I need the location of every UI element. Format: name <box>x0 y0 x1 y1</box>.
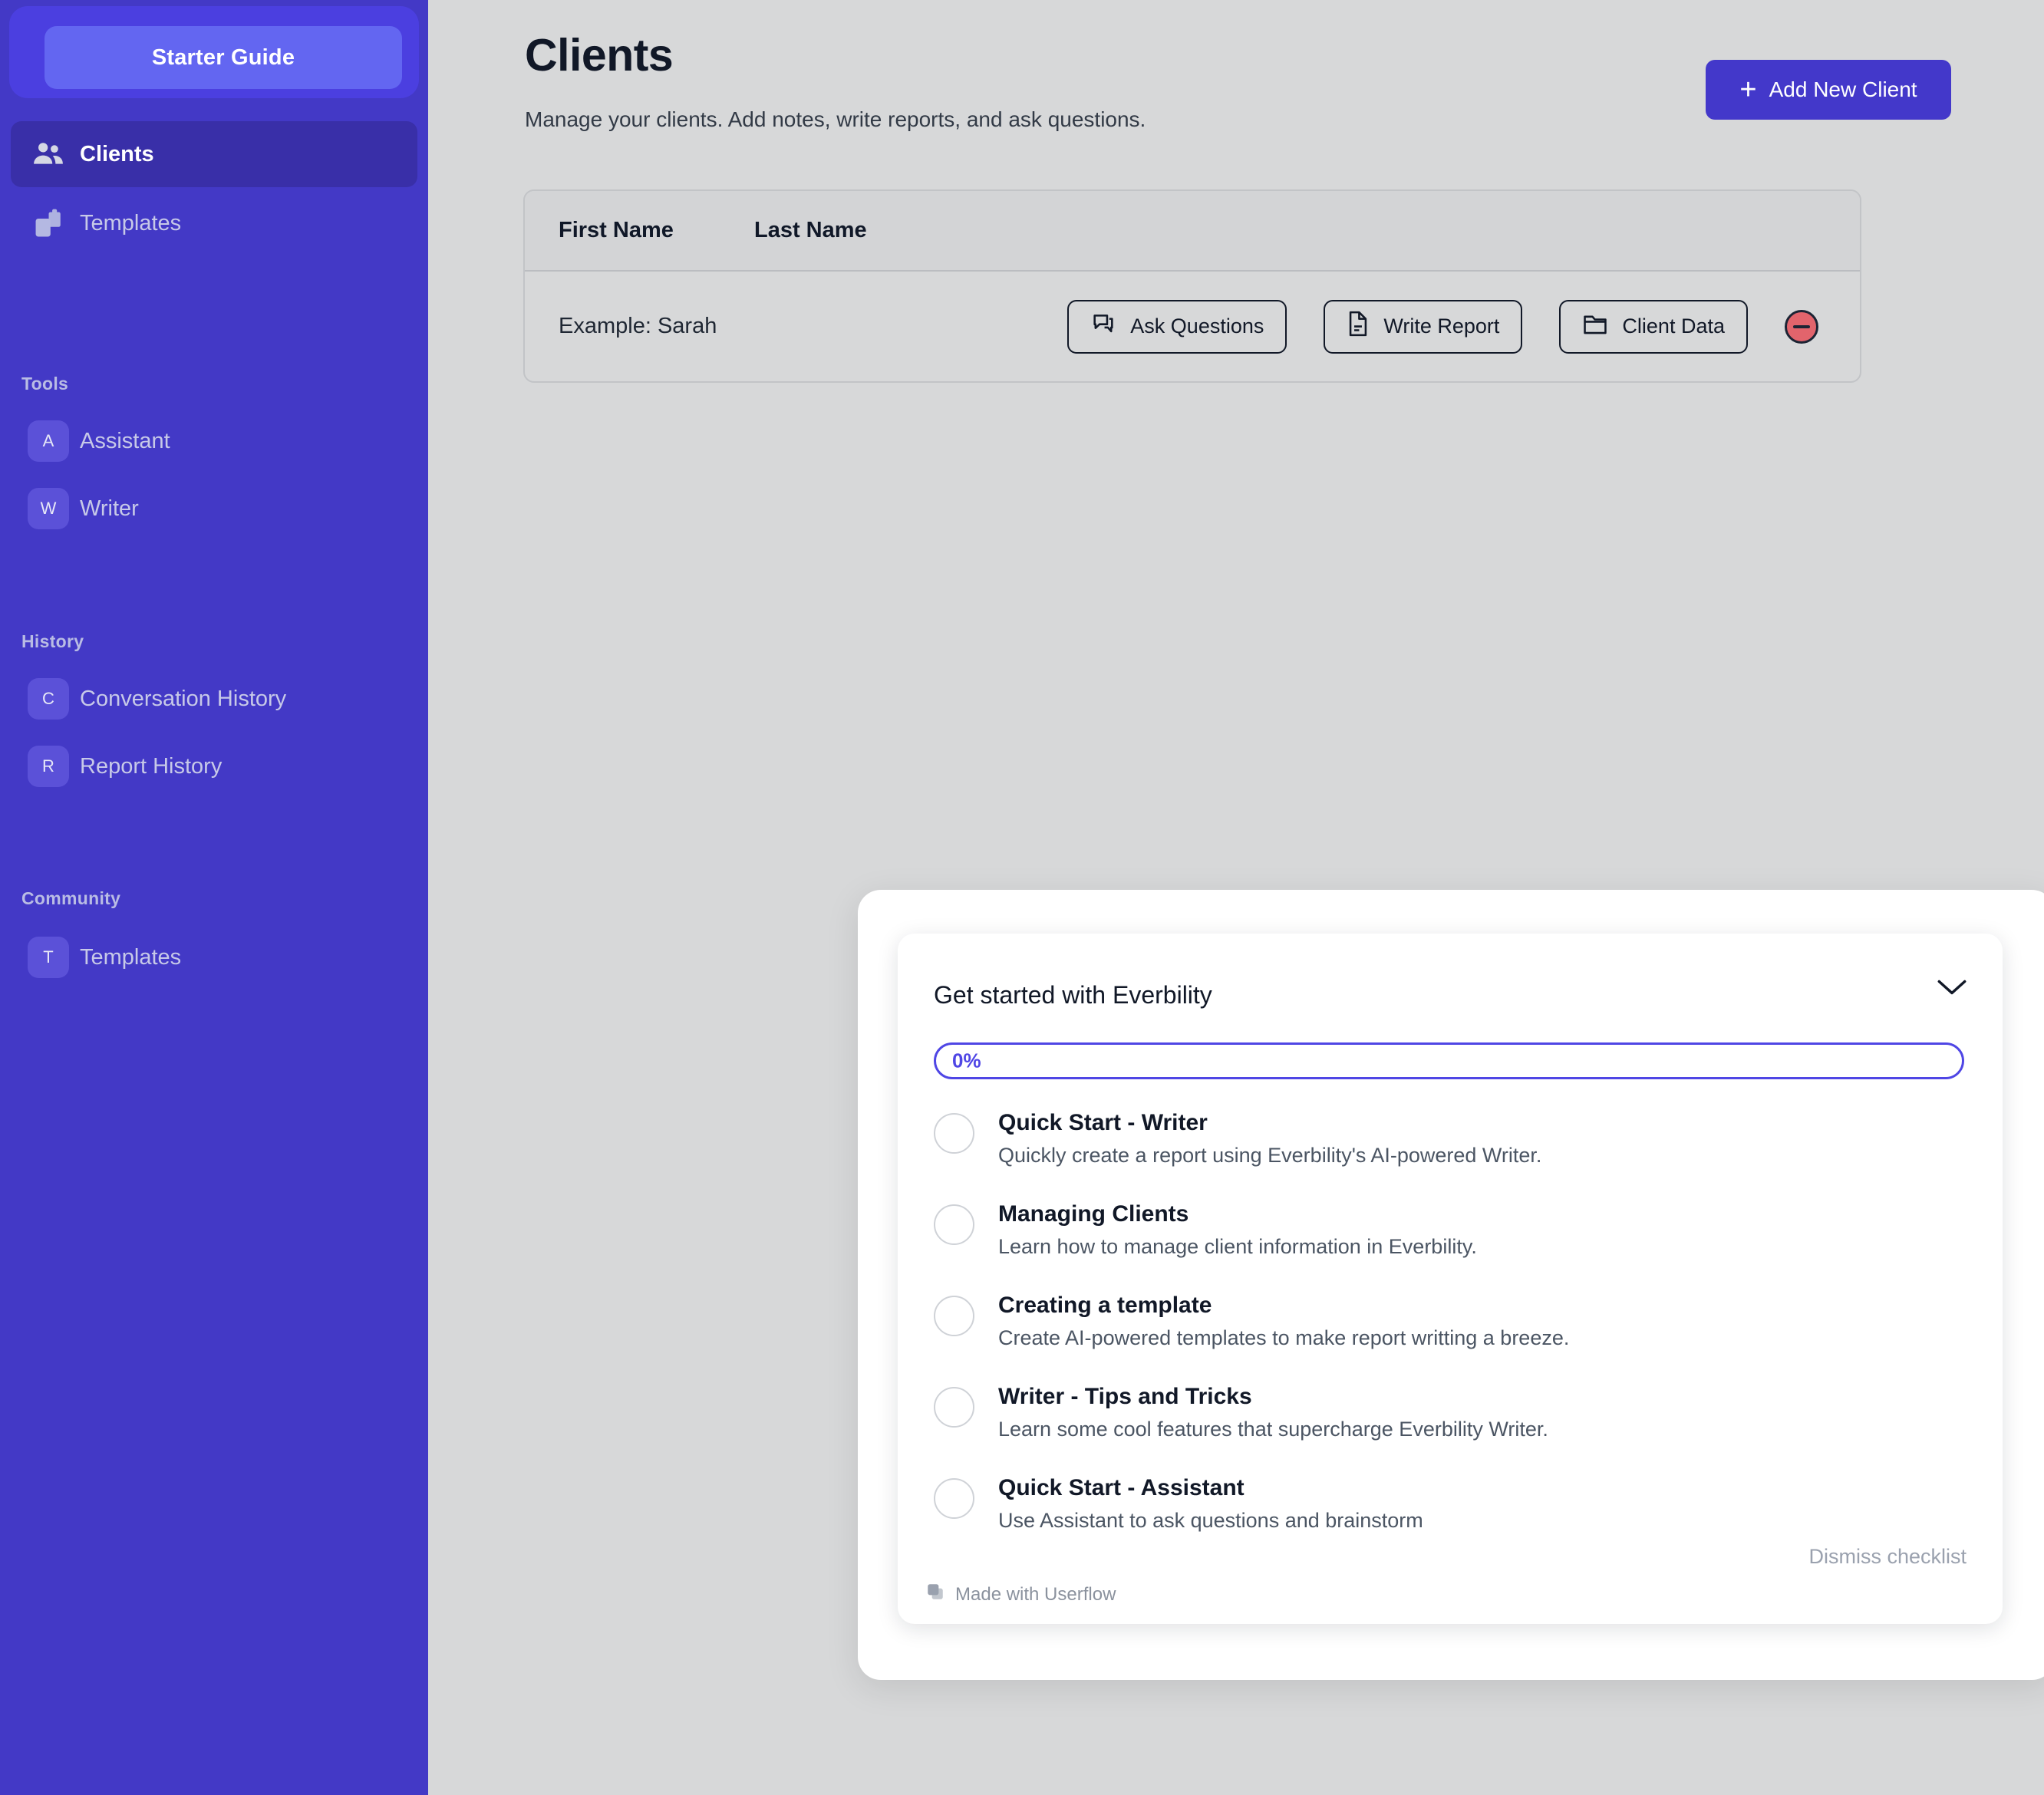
write-report-button[interactable]: Write Report <box>1324 300 1522 354</box>
checklist-item[interactable]: Creating a template Create AI-powered te… <box>934 1291 1970 1382</box>
userflow-attribution: Made with Userflow <box>925 1582 1116 1607</box>
sidebar-item-writer[interactable]: W Writer <box>11 476 417 542</box>
checkbox-circle-icon[interactable] <box>934 1204 974 1245</box>
sidebar-section-history-title: History <box>21 631 84 652</box>
conversation-history-badge-icon: C <box>28 678 69 720</box>
checklist-item-desc: Quickly create a report using Everbility… <box>998 1143 1541 1169</box>
badge-letter: T <box>28 937 69 978</box>
sidebar: Starter Guide Clients Templates <box>0 0 428 1795</box>
checklist-items: Quick Start - Writer Quickly create a re… <box>934 1108 1970 1565</box>
checklist-item-title: Quick Start - Assistant <box>998 1475 1245 1500</box>
chevron-down-icon[interactable] <box>1930 966 1973 1009</box>
sidebar-item-label: Conversation History <box>80 687 286 712</box>
page-title: Clients <box>525 29 673 81</box>
checkbox-circle-icon[interactable] <box>934 1113 974 1154</box>
folder-icon <box>1582 311 1608 341</box>
starter-guide-button[interactable]: Starter Guide <box>45 26 402 89</box>
checkbox-circle-icon[interactable] <box>934 1296 974 1336</box>
community-templates-badge-icon: T <box>28 937 69 978</box>
row-actions: Ask Questions Write Report <box>1067 300 1818 354</box>
progress-bar: 0% <box>934 1042 1964 1079</box>
progress-label: 0% <box>952 1049 981 1073</box>
userflow-logo-icon <box>925 1582 945 1607</box>
checklist-item[interactable]: Writer - Tips and Tricks Learn some cool… <box>934 1382 1970 1474</box>
ask-questions-button[interactable]: Ask Questions <box>1067 300 1287 354</box>
checkbox-circle-icon[interactable] <box>934 1387 974 1428</box>
sidebar-item-assistant[interactable]: A Assistant <box>11 408 417 474</box>
sidebar-item-report-history[interactable]: R Report History <box>11 733 417 799</box>
copy-icon <box>28 207 69 239</box>
badge-letter: A <box>28 420 69 462</box>
sidebar-item-label: Writer <box>80 496 139 522</box>
checklist-item-title: Creating a template <box>998 1293 1212 1318</box>
checklist-item-desc: Learn how to manage client information i… <box>998 1234 1477 1260</box>
badge-letter: C <box>28 678 69 720</box>
column-header-last-name: Last Name <box>754 218 984 243</box>
sidebar-item-templates[interactable]: Templates <box>11 190 417 256</box>
checklist-item-desc: Learn some cool features that supercharg… <box>998 1417 1548 1443</box>
sidebar-section-community-title: Community <box>21 888 120 909</box>
checklist-item-title: Quick Start - Writer <box>998 1110 1208 1135</box>
document-icon <box>1347 311 1370 342</box>
sidebar-item-label: Clients <box>80 142 154 167</box>
minus-circle-icon[interactable] <box>1785 310 1818 344</box>
client-data-label: Client Data <box>1622 315 1725 338</box>
checklist-item-desc: Use Assistant to ask questions and brain… <box>998 1508 1423 1534</box>
main-content: Clients Manage your clients. Add notes, … <box>428 0 2044 1795</box>
column-header-first-name: First Name <box>559 218 754 243</box>
sidebar-item-label: Assistant <box>80 429 170 454</box>
checklist-title: Get started with Everbility <box>934 981 1212 1009</box>
sidebar-item-label: Report History <box>80 754 222 779</box>
plus-icon: + <box>1739 75 1756 104</box>
sidebar-item-conversation-history[interactable]: C Conversation History <box>11 666 417 732</box>
sidebar-item-community-templates[interactable]: T Templates <box>11 924 417 990</box>
write-report-label: Write Report <box>1383 315 1499 338</box>
add-new-client-label: Add New Client <box>1769 77 1917 102</box>
users-icon <box>28 140 69 168</box>
page-subtitle: Manage your clients. Add notes, write re… <box>525 107 1146 132</box>
sidebar-item-label: Templates <box>80 945 181 970</box>
assistant-badge-icon: A <box>28 420 69 462</box>
sidebar-item-clients[interactable]: Clients <box>11 121 417 187</box>
sidebar-section-tools-title: Tools <box>21 374 68 394</box>
ask-questions-label: Ask Questions <box>1130 315 1264 338</box>
chat-bubbles-icon <box>1090 311 1116 342</box>
badge-letter: W <box>28 488 69 529</box>
starter-guide-container: Starter Guide <box>9 6 419 98</box>
checkbox-circle-icon[interactable] <box>934 1478 974 1519</box>
report-history-badge-icon: R <box>28 746 69 787</box>
checklist-item[interactable]: Managing Clients Learn how to manage cli… <box>934 1200 1970 1291</box>
badge-letter: R <box>28 746 69 787</box>
table-header-row: First Name Last Name <box>525 191 1860 272</box>
app-root: Starter Guide Clients Templates <box>0 0 2044 1795</box>
checklist-item-title: Managing Clients <box>998 1201 1188 1227</box>
add-new-client-button[interactable]: + Add New Client <box>1706 60 1951 120</box>
checklist-item-desc: Create AI-powered templates to make repo… <box>998 1326 1569 1352</box>
writer-badge-icon: W <box>28 488 69 529</box>
onboarding-checklist: Get started with Everbility 0% Quick Sta… <box>898 934 2003 1624</box>
userflow-label: Made with Userflow <box>955 1584 1116 1606</box>
clients-table: First Name Last Name Example: Sarah Ask … <box>523 189 1861 383</box>
dismiss-checklist-button[interactable]: Dismiss checklist <box>1808 1545 1967 1569</box>
checklist-item-title: Writer - Tips and Tricks <box>998 1384 1252 1409</box>
table-row: Example: Sarah Ask Questions <box>525 272 1860 381</box>
client-data-button[interactable]: Client Data <box>1559 300 1748 354</box>
cell-first-name: Example: Sarah <box>559 314 984 339</box>
checklist-item[interactable]: Quick Start - Writer Quickly create a re… <box>934 1108 1970 1200</box>
sidebar-item-label: Templates <box>80 211 181 236</box>
